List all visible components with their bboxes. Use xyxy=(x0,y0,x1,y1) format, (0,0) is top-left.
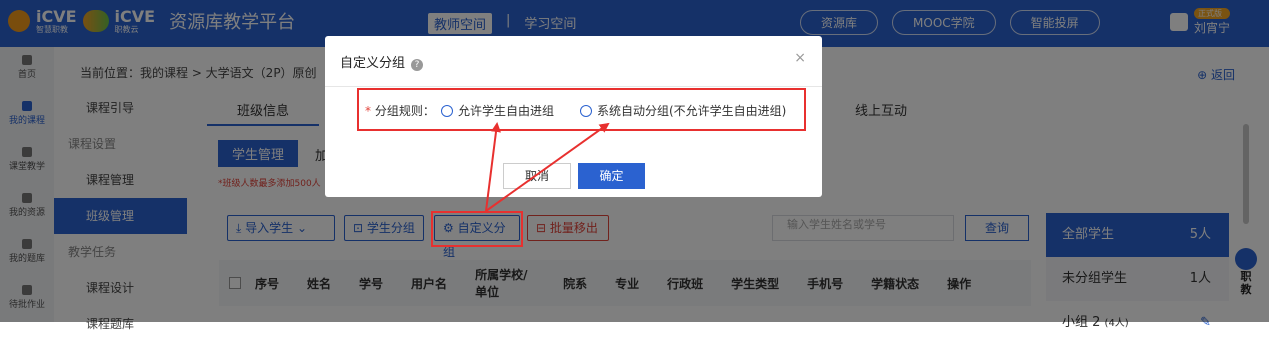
arrow-to-option2 xyxy=(485,122,610,212)
arrow-to-option1 xyxy=(485,122,501,212)
annotation-arrows xyxy=(485,122,610,212)
